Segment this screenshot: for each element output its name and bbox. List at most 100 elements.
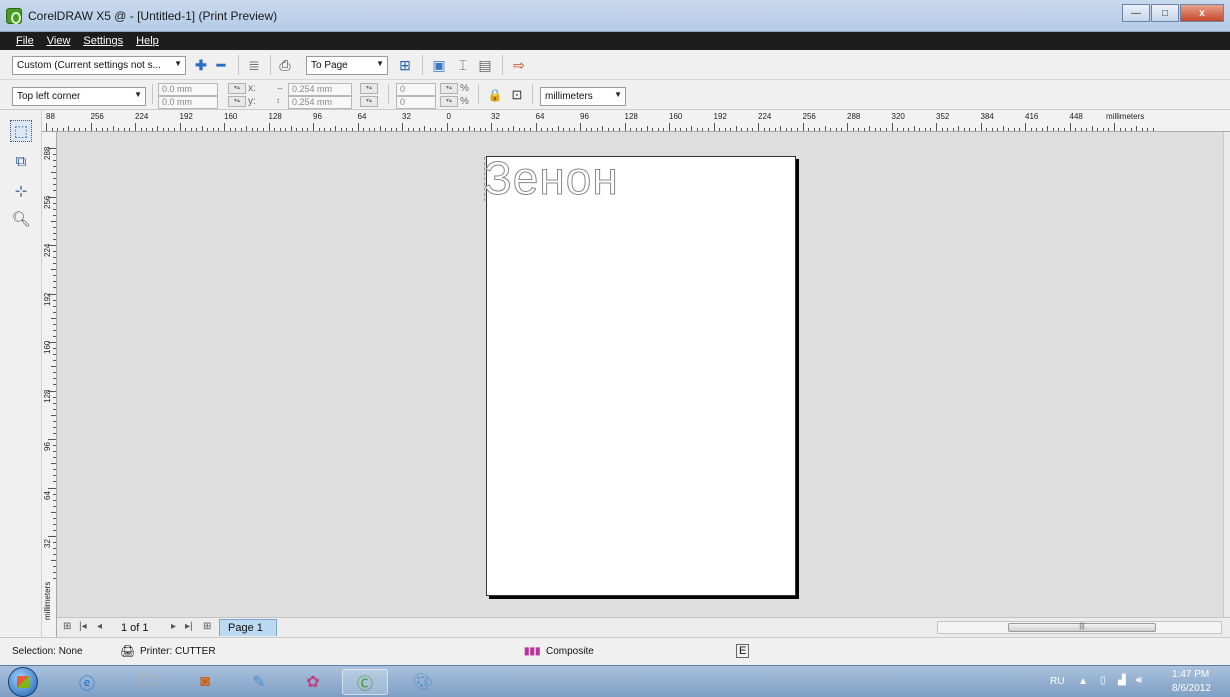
menu-help[interactable]: Help — [136, 35, 159, 47]
separator — [388, 84, 389, 104]
close-button[interactable]: x — [1180, 4, 1224, 22]
scale-x-spin-buttons[interactable]: ▾▴ — [440, 83, 458, 94]
last-page-icon[interactable]: ▸| — [185, 621, 193, 632]
add-icon[interactable]: ✚ — [192, 56, 210, 74]
status-page-icon: E — [736, 644, 750, 658]
tray-expand-icon[interactable]: ▲ — [1078, 676, 1088, 687]
vertical-scrollbar[interactable] — [1223, 132, 1230, 617]
internet-explorer-icon[interactable]: ⓔ — [64, 669, 110, 695]
page-count: 1 of 1 — [121, 622, 149, 634]
horizontal-scrollbar[interactable]: ||| — [937, 621, 1222, 634]
ruler-top-minor-tick — [1086, 128, 1088, 131]
coreldraw-app-icon[interactable] — [6, 8, 22, 24]
ruler-left-minor-tick — [53, 263, 56, 265]
ruler-top-minor-tick — [385, 128, 387, 131]
corel-app-icon[interactable]: ✎ — [236, 669, 282, 695]
file-explorer-icon[interactable]: 🗀 — [124, 669, 170, 695]
ruler-top-minor-tick — [858, 128, 860, 131]
ruler-left-minor-tick — [51, 414, 56, 416]
menu-settings[interactable]: Settings — [83, 35, 123, 47]
ruler-left-minor-tick — [53, 529, 56, 531]
clock-date[interactable]: 8/6/2012 — [1172, 683, 1211, 694]
imposition-tool-icon[interactable]: ⧉ — [10, 150, 32, 172]
preview-canvas[interactable]: Зенон — [57, 132, 1223, 617]
fit-to-page-icon[interactable]: ⊡ — [508, 86, 526, 104]
network-icon[interactable]: ▟ — [1118, 675, 1126, 686]
scale-y-field[interactable]: 0 — [396, 96, 436, 109]
page-text-object[interactable]: Зенон — [484, 151, 619, 205]
ruler-left-minor-tick — [51, 560, 56, 562]
position-select[interactable]: Top left corner ▼ — [12, 87, 146, 106]
ruler-top-minor-tick — [958, 126, 960, 131]
units-select[interactable]: millimeters ▼ — [540, 87, 626, 106]
tile-icon[interactable]: ⌶ — [454, 56, 472, 74]
ruler-top-minor-tick — [479, 128, 481, 131]
ruler-top-minor-tick — [68, 126, 70, 131]
zoom-tool-icon[interactable]: 🔍︎ — [10, 208, 32, 230]
ruler-left-minor-tick — [53, 311, 56, 313]
print-options-icon[interactable]: ≣ — [245, 56, 263, 74]
x-spin-buttons[interactable]: ▾▴ — [228, 83, 246, 94]
coreldraw-taskbar-icon[interactable]: Ⓒ — [342, 669, 388, 695]
ruler-top-label: 352 — [936, 112, 950, 121]
ruler-top-minor-tick — [707, 128, 709, 131]
y-spin-buttons[interactable]: ▾▴ — [228, 96, 246, 107]
status-bar: Selection: None 🖨 Printer: CUTTER ▮▮▮ Co… — [0, 637, 1230, 665]
page-tab[interactable]: Page 1 — [219, 619, 277, 636]
print-icon[interactable]: ⎙ — [276, 56, 294, 74]
printer-status[interactable]: Printer: CUTTER — [140, 646, 216, 657]
marks-placement-tool-icon[interactable]: ⊹ — [10, 180, 32, 202]
first-page-icon[interactable]: |◂ — [79, 621, 87, 632]
position-value: Top left corner — [17, 91, 81, 102]
close-preview-icon[interactable]: ⇨ — [510, 56, 528, 74]
add-page-before-icon[interactable]: ⊞ — [63, 621, 71, 632]
clock-time[interactable]: 1:47 PM — [1172, 669, 1209, 680]
width-field[interactable]: 0.254 mm — [288, 83, 352, 96]
zoom-icon[interactable]: ⊞ — [396, 56, 414, 74]
ruler-top-label: 32 — [402, 112, 411, 121]
ruler-left-tick — [48, 487, 56, 489]
media-player-icon[interactable]: ◙ — [182, 669, 228, 695]
next-page-icon[interactable]: ▸ — [171, 621, 176, 632]
language-indicator[interactable]: RU — [1050, 676, 1064, 687]
height-field[interactable]: 0.254 mm — [288, 96, 352, 109]
ruler-left-minor-tick — [53, 257, 56, 259]
x-position-field[interactable]: 0.0 mm — [158, 83, 218, 96]
ruler-top-minor-tick — [641, 128, 643, 131]
full-screen-icon[interactable]: ▣ — [430, 56, 448, 74]
ruler-top-minor-tick — [630, 128, 632, 131]
remove-icon[interactable]: ━ — [212, 56, 230, 74]
separations-icon[interactable]: ▤ — [476, 56, 494, 74]
ruler-top-minor-tick — [1130, 128, 1132, 131]
lock-icon[interactable]: 🔒 — [486, 86, 504, 104]
maximize-button[interactable]: □ — [1151, 4, 1179, 22]
ruler-top-minor-tick — [251, 128, 253, 131]
paint-app-icon[interactable]: ✿ — [290, 669, 336, 695]
composite-status[interactable]: Composite — [546, 646, 594, 657]
ruler-left-tick — [48, 342, 56, 343]
ruler-top-minor-tick — [129, 128, 131, 131]
height-spin-buttons[interactable]: ▾▴ — [360, 96, 378, 107]
battery-icon[interactable]: ▯ — [1100, 675, 1106, 686]
width-spin-buttons[interactable]: ▾▴ — [360, 83, 378, 94]
start-button[interactable] — [8, 667, 38, 697]
height-icon: ↕ — [276, 96, 280, 105]
scale-y-spin-buttons[interactable]: ▾▴ — [440, 96, 458, 107]
add-page-after-icon[interactable]: ⊞ — [203, 621, 211, 632]
horizontal-scroll-thumb[interactable]: ||| — [1008, 623, 1156, 632]
ruler-top-minor-tick — [963, 128, 965, 131]
pick-tool-icon[interactable]: ⬚ — [10, 120, 32, 142]
scale-x-field[interactable]: 0 — [396, 83, 436, 96]
width-icon: ↔ — [276, 83, 284, 92]
print-style-select[interactable]: Custom (Current settings not s... ▼ — [12, 56, 186, 75]
zoom-select[interactable]: To Page ▼ — [306, 56, 388, 75]
y-position-field[interactable]: 0.0 mm — [158, 96, 218, 109]
previous-page-icon[interactable]: ◂ — [97, 621, 102, 632]
paint-palette-icon[interactable]: 🎨︎ — [400, 669, 446, 695]
menu-view[interactable]: View — [47, 35, 71, 47]
ruler-top-minor-tick — [468, 126, 470, 131]
ruler-top-minor-tick — [852, 128, 854, 131]
volume-icon[interactable]: 🔊︎ — [1136, 675, 1142, 686]
minimize-button[interactable]: — — [1122, 4, 1150, 22]
menu-file[interactable]: File — [16, 35, 34, 47]
